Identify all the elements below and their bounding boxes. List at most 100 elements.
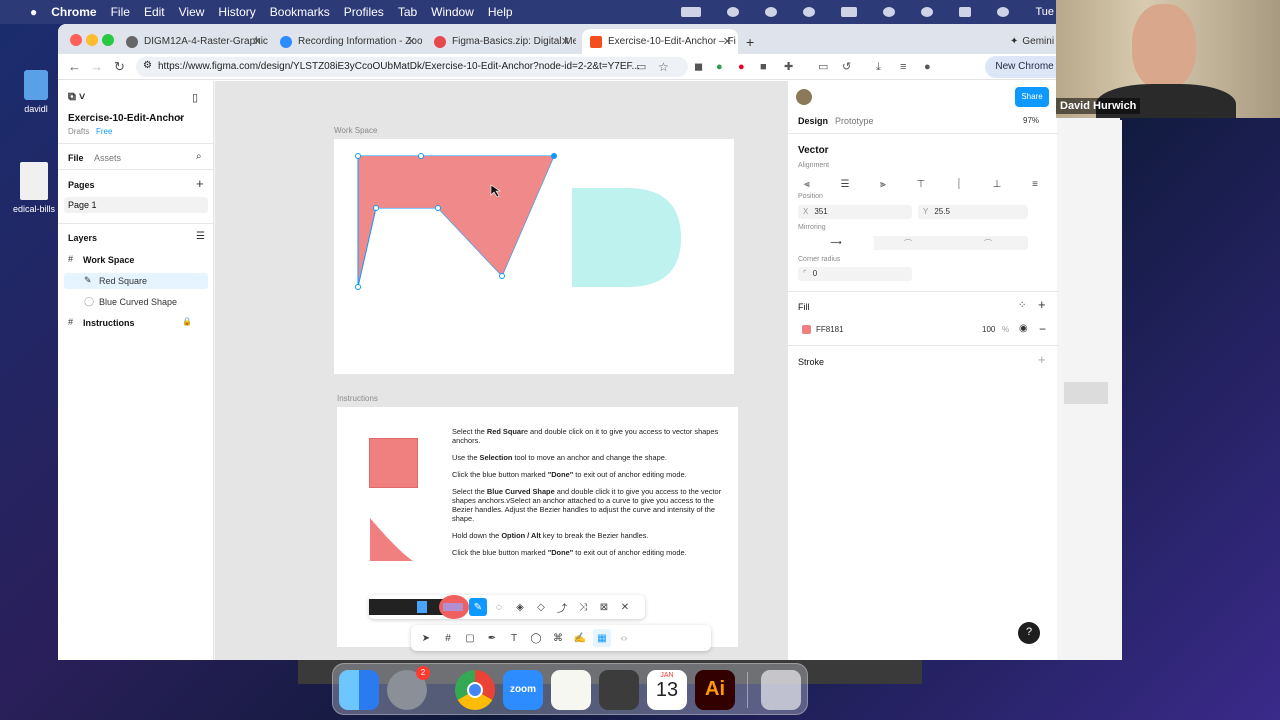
extension-icon[interactable]: ● [716, 59, 723, 75]
swatch-blue[interactable] [417, 601, 427, 613]
cast-icon[interactable]: ▭ [818, 59, 828, 75]
file-name[interactable]: Exercise-10-Edit-Anchor [68, 113, 184, 124]
figma-menu-icon[interactable]: ⧉ ˅ [68, 91, 85, 104]
layers-options-icon[interactable]: ☰ [196, 231, 205, 242]
history-icon[interactable]: ↺ [842, 59, 851, 75]
frame-label-instructions[interactable]: Instructions [337, 394, 378, 403]
remove-fill-icon[interactable]: − [1039, 322, 1046, 336]
menu-view[interactable]: View [179, 5, 205, 19]
layer-item-red-square[interactable]: ✎ Red Square [64, 273, 208, 289]
tab-assets[interactable]: Assets [94, 153, 121, 163]
screen-share-icon[interactable] [681, 7, 702, 17]
apple-icon[interactable]: ● [30, 5, 37, 19]
work-space-frame[interactable] [334, 139, 734, 374]
draw-mode-icon[interactable]: ✍ [571, 629, 589, 647]
pen-tool-icon[interactable]: ✎ [469, 598, 487, 616]
paint-bucket-icon[interactable]: ◈ [511, 598, 529, 616]
canvas[interactable]: Work Space Instructions Select the Red S… [215, 81, 787, 660]
battery-icon[interactable] [841, 7, 858, 17]
clock[interactable]: Tue [1035, 6, 1054, 18]
moon-icon[interactable] [803, 7, 816, 17]
align-left-icon[interactable]: ⫷ [798, 175, 816, 193]
menu-help[interactable]: Help [488, 5, 513, 19]
menu-edit[interactable]: Edit [144, 5, 165, 19]
plan-badge[interactable]: Free [96, 127, 112, 136]
extensions-puzzle-icon[interactable]: ✚ [784, 59, 793, 75]
control-center-icon[interactable] [959, 7, 972, 17]
add-fill-icon[interactable]: + [1038, 297, 1046, 312]
tab-file[interactable]: File [68, 153, 84, 163]
lock-icon[interactable]: 🔒 [182, 317, 192, 326]
close-tab-icon[interactable]: ✕ [253, 35, 262, 48]
shuffle-icon[interactable]: ⤨ [574, 598, 592, 616]
share-button[interactable]: Share [1015, 87, 1049, 107]
tab-figma-basics[interactable]: Figma-Basics.zip: Digital Me ✕ [426, 29, 576, 54]
bend-tool-icon[interactable]: ◇ [532, 598, 550, 616]
menu-app-name[interactable]: Chrome [51, 5, 96, 19]
align-bottom-icon[interactable]: ⊥ [988, 175, 1006, 193]
settings-icon[interactable]: 2 [387, 666, 430, 710]
fill-swatch[interactable] [802, 325, 811, 334]
close-window-button[interactable] [70, 34, 82, 46]
zoom-level[interactable]: 97% [1023, 116, 1039, 125]
close-tab-icon[interactable]: ✕ [407, 35, 416, 48]
zoom-app-icon[interactable]: zoom [503, 670, 543, 710]
reload-icon[interactable]: ↻ [114, 59, 125, 75]
new-tab-button[interactable]: + [738, 29, 758, 54]
search-icon[interactable] [921, 7, 934, 17]
close-icon[interactable]: ✕ [616, 598, 634, 616]
mirror-none-icon[interactable]: ⟿ [798, 236, 874, 250]
mirror-angle-icon[interactable]: ⌒ [904, 238, 912, 249]
minimize-window-button[interactable] [86, 34, 98, 46]
illustrator-icon[interactable]: Ai [695, 670, 735, 710]
move-tool-icon[interactable]: ➤ [417, 629, 435, 647]
site-info-icon[interactable]: ⚙ [143, 60, 152, 71]
page-item-1[interactable]: Page 1 [64, 197, 208, 213]
frame-tool-icon[interactable]: # [439, 629, 457, 647]
tab-zoom[interactable]: Recording Information - Zoom ✕ [272, 29, 422, 54]
pinterest-icon[interactable]: ● [738, 59, 745, 75]
tab-search-icon[interactable]: ▭ [636, 59, 646, 75]
design-mode-icon[interactable]: ▦ [593, 629, 611, 647]
dev-mode-icon[interactable]: ‹› [615, 629, 633, 647]
tab-raster-graphics[interactable]: DIGM12A-4-Raster-Graphics ✕ [118, 29, 268, 54]
menu-history[interactable]: History [218, 5, 255, 19]
play-icon[interactable] [765, 7, 778, 17]
chrome-icon[interactable] [455, 670, 495, 710]
desktop-icon-bills[interactable]: edical-bills [6, 162, 62, 214]
styles-grid-icon[interactable]: ⁘ [1018, 300, 1026, 311]
cut-icon[interactable]: ⊠ [595, 598, 613, 616]
download-icon[interactable]: ⤓ [876, 59, 881, 75]
chevron-down-icon[interactable]: ˅ [178, 113, 183, 122]
comment-tool-icon[interactable]: ◯ [527, 629, 545, 647]
add-stroke-icon[interactable]: + [1038, 352, 1046, 367]
menu-profiles[interactable]: Profiles [344, 5, 384, 19]
corner-radius-field[interactable]: ⌜ 0 [798, 267, 912, 281]
search-icon[interactable]: ⌕ [196, 151, 202, 162]
avatar[interactable] [796, 89, 812, 105]
extension-icon[interactable]: ■ [760, 59, 767, 75]
trash-icon[interactable] [761, 670, 801, 710]
back-icon[interactable]: ← [68, 59, 81, 75]
swatch-purple[interactable] [443, 603, 463, 611]
lasso-icon[interactable]: ◌ [490, 598, 508, 616]
calendar-icon[interactable]: JAN 13 [647, 670, 687, 710]
actions-icon[interactable]: ⌘ [549, 629, 567, 647]
help-button[interactable]: ? [1018, 622, 1040, 644]
align-top-icon[interactable]: ⊤ [912, 175, 930, 193]
forward-icon[interactable]: → [90, 59, 103, 75]
mirror-angle-length-icon[interactable]: ⌒ [984, 238, 992, 249]
menu-bookmarks[interactable]: Bookmarks [270, 5, 330, 19]
fill-opacity[interactable]: 100 [982, 325, 995, 334]
desktop-icon-user[interactable]: davidl [14, 70, 58, 114]
frame-label-work-space[interactable]: Work Space [334, 126, 377, 135]
profile-avatar-icon[interactable]: ● [924, 59, 931, 75]
maximize-window-button[interactable] [102, 34, 114, 46]
add-page-icon[interactable]: + [196, 176, 204, 191]
calculator-icon[interactable] [599, 670, 639, 710]
tab-design[interactable]: Design [798, 116, 828, 126]
align-right-icon[interactable]: ⫸ [874, 175, 892, 193]
siri-icon[interactable] [997, 7, 1010, 17]
extension-icon[interactable]: ◼ [694, 59, 703, 75]
align-middle-v-icon[interactable]: ⏐ [950, 175, 968, 193]
